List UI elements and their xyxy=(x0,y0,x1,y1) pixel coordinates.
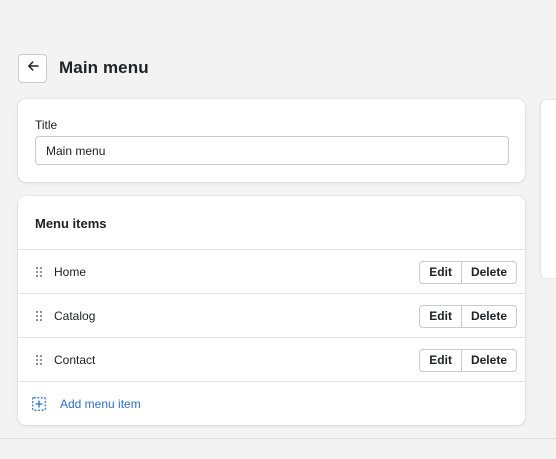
page-header: Main menu xyxy=(18,52,149,84)
drag-handle-icon[interactable] xyxy=(35,266,43,278)
menu-item: Home Edit Delete xyxy=(18,249,525,293)
back-button[interactable] xyxy=(18,53,47,83)
add-square-icon xyxy=(32,396,46,411)
edit-button[interactable]: Edit xyxy=(419,349,462,372)
add-menu-item-button[interactable]: Add menu item xyxy=(18,381,525,425)
delete-button[interactable]: Delete xyxy=(461,261,517,284)
menu-item: Catalog Edit Delete xyxy=(18,293,525,337)
page-title: Main menu xyxy=(59,58,149,77)
drag-handle-icon[interactable] xyxy=(35,354,43,366)
menu-item-label-contact: Contact xyxy=(54,352,96,367)
menu-item-label-catalog: Catalog xyxy=(54,308,96,323)
menu-items-list: Home Edit Delete Catalog Edit Delete Con… xyxy=(18,249,525,381)
delete-button[interactable]: Delete xyxy=(461,305,517,328)
menu-item: Contact Edit Delete xyxy=(18,337,525,381)
menu-items-card: Menu items Home Edit Delete Catalog Edit… xyxy=(18,196,525,425)
arrow-left-icon xyxy=(26,59,40,78)
menu-item-actions: Edit Delete xyxy=(419,261,517,284)
title-input[interactable] xyxy=(35,136,509,165)
menu-item-actions: Edit Delete xyxy=(419,349,517,372)
bottom-divider xyxy=(0,438,556,439)
side-panel-edge xyxy=(540,100,556,278)
title-card: Title xyxy=(18,99,525,182)
menu-item-label-home: Home xyxy=(54,264,87,279)
drag-handle-icon[interactable] xyxy=(35,310,43,322)
edit-button[interactable]: Edit xyxy=(419,261,462,284)
menu-items-heading: Menu items xyxy=(35,216,107,231)
delete-button[interactable]: Delete xyxy=(461,349,517,372)
menu-item-actions: Edit Delete xyxy=(419,305,517,328)
add-menu-item-label: Add menu item xyxy=(60,396,141,411)
title-field-label: Title xyxy=(35,118,58,132)
edit-button[interactable]: Edit xyxy=(419,305,462,328)
